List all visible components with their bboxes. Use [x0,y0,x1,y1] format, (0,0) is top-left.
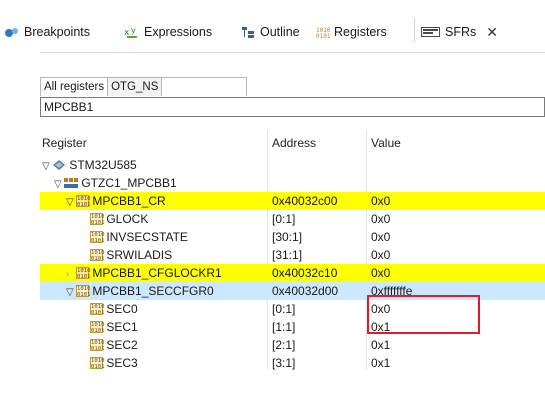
field-bits: [31:1] [272,248,303,262]
field-icon: 1010 0101 [90,321,105,334]
tab-separator [414,18,415,42]
field-value[interactable]: 0x1 [371,354,390,372]
field-icon: 1010 0101 [90,303,105,316]
field-icon: 1010 0101 [90,249,105,262]
field-bits: [30:1] [272,230,303,244]
field-bits: [0:1] [272,302,296,316]
field-icon: 1010 0101 [90,213,105,226]
tree-row-device[interactable]: ▽ STM32U585 [40,156,545,174]
register-address: 0x40032c10 [272,266,338,280]
register-name: MPCBB1_CFGLOCKR1 [92,266,222,280]
tab-strip-filler [162,77,248,96]
field-row[interactable]: 1010 0101 INVSECSTATE [30:1] 0x0 [40,228,545,246]
field-value[interactable]: 0x0 [371,246,390,264]
field-row[interactable]: 1010 0101 SEC2 [2:1] 0x1 [40,336,545,354]
chip-icon [53,160,65,170]
field-bits: [0:1] [272,212,296,226]
tab-breakpoints[interactable]: Breakpoints [4,23,90,41]
field-name: GLOCK [106,212,149,226]
field-value[interactable]: 0x1 [371,336,390,354]
field-row[interactable]: 1010 0101 SEC3 [3:1] 0x1 [40,354,545,372]
tab-label: Expressions [144,25,213,39]
register-filter-input[interactable]: MPCBB1 [40,97,545,117]
field-name: SEC2 [106,338,138,352]
view-tab-bar: Breakpoints x y Expressions Outline 1010… [0,0,545,42]
field-value[interactable]: 0x0 [371,210,390,228]
field-name: SEC0 [106,302,138,316]
tab-label: SFRs [445,25,477,39]
tab-label: Outline [260,25,300,39]
svg-text:0101: 0101 [316,33,330,39]
field-icon: 1010 0101 [90,357,105,370]
register-row[interactable]: ▽ 1010 0101 MPCBB1_CR 0x40032c00 0x0 [40,192,545,210]
register-address: 0x40032d00 [272,284,339,298]
annotation-highlight-box [367,295,480,334]
field-icon: 1010 0101 [90,339,105,352]
register-icon: 1010 0101 [76,285,91,298]
registers-icon: 1010 0101 [316,27,330,39]
field-name: SRWILADIS [106,248,173,262]
field-row[interactable]: 1010 0101 SRWILADIS [31:1] 0x0 [40,246,545,264]
tab-label: Registers [334,25,387,39]
peripheral-icon [64,178,78,188]
breakpoints-icon [5,28,18,37]
tab-sfrs[interactable]: SFRs ✕ [421,23,498,41]
register-name: STM32U585 [69,158,137,172]
field-name: INVSECSTATE [106,230,188,244]
register-icon: 1010 0101 [76,267,91,280]
expressions-icon: x y [124,26,137,38]
tab-expressions[interactable]: x y Expressions [124,23,212,41]
register-name: MPCBB1_CR [92,194,166,208]
field-name: SEC3 [106,356,138,370]
tree-row-peripheral[interactable]: ▽ GTZC1_MPCBB1 [40,174,545,192]
register-address: 0x40032c00 [272,194,338,208]
tab-all-registers[interactable]: All registers [40,77,109,96]
register-group-tabs: All registers OTG_NS [40,77,248,96]
field-icon: 1010 0101 [90,231,105,244]
tab-label: Breakpoints [24,25,91,39]
field-value[interactable]: 0x0 [371,228,390,246]
field-bits: [1:1] [272,320,296,334]
register-name: MPCBB1_SECCFGR0 [92,284,214,298]
column-header-value[interactable]: Value [371,136,401,150]
tab-otg-ns[interactable]: OTG_NS [108,77,163,96]
sfrs-icon [421,27,440,37]
field-bits: [2:1] [272,338,296,352]
register-icon: 1010 0101 [76,195,91,208]
field-name: SEC1 [106,320,138,334]
column-header-register[interactable]: Register [42,136,87,150]
column-header-address[interactable]: Address [272,136,316,150]
panel-divider [40,52,545,53]
close-icon[interactable]: ✕ [486,24,498,41]
register-name: GTZC1_MPCBB1 [81,176,177,190]
field-row[interactable]: 1010 0101 GLOCK [0:1] 0x0 [40,210,545,228]
outline-icon [242,26,254,38]
field-bits: [3:1] [272,356,296,370]
tab-outline[interactable]: Outline [241,23,300,41]
register-value[interactable]: 0x0 [371,264,390,282]
register-value[interactable]: 0x0 [371,192,390,210]
tab-registers[interactable]: 1010 0101 Registers [316,23,387,41]
svg-text:y: y [131,26,136,35]
register-row[interactable]: › 1010 0101 MPCBB1_CFGLOCKR1 0x40032c10 0x… [40,264,545,282]
